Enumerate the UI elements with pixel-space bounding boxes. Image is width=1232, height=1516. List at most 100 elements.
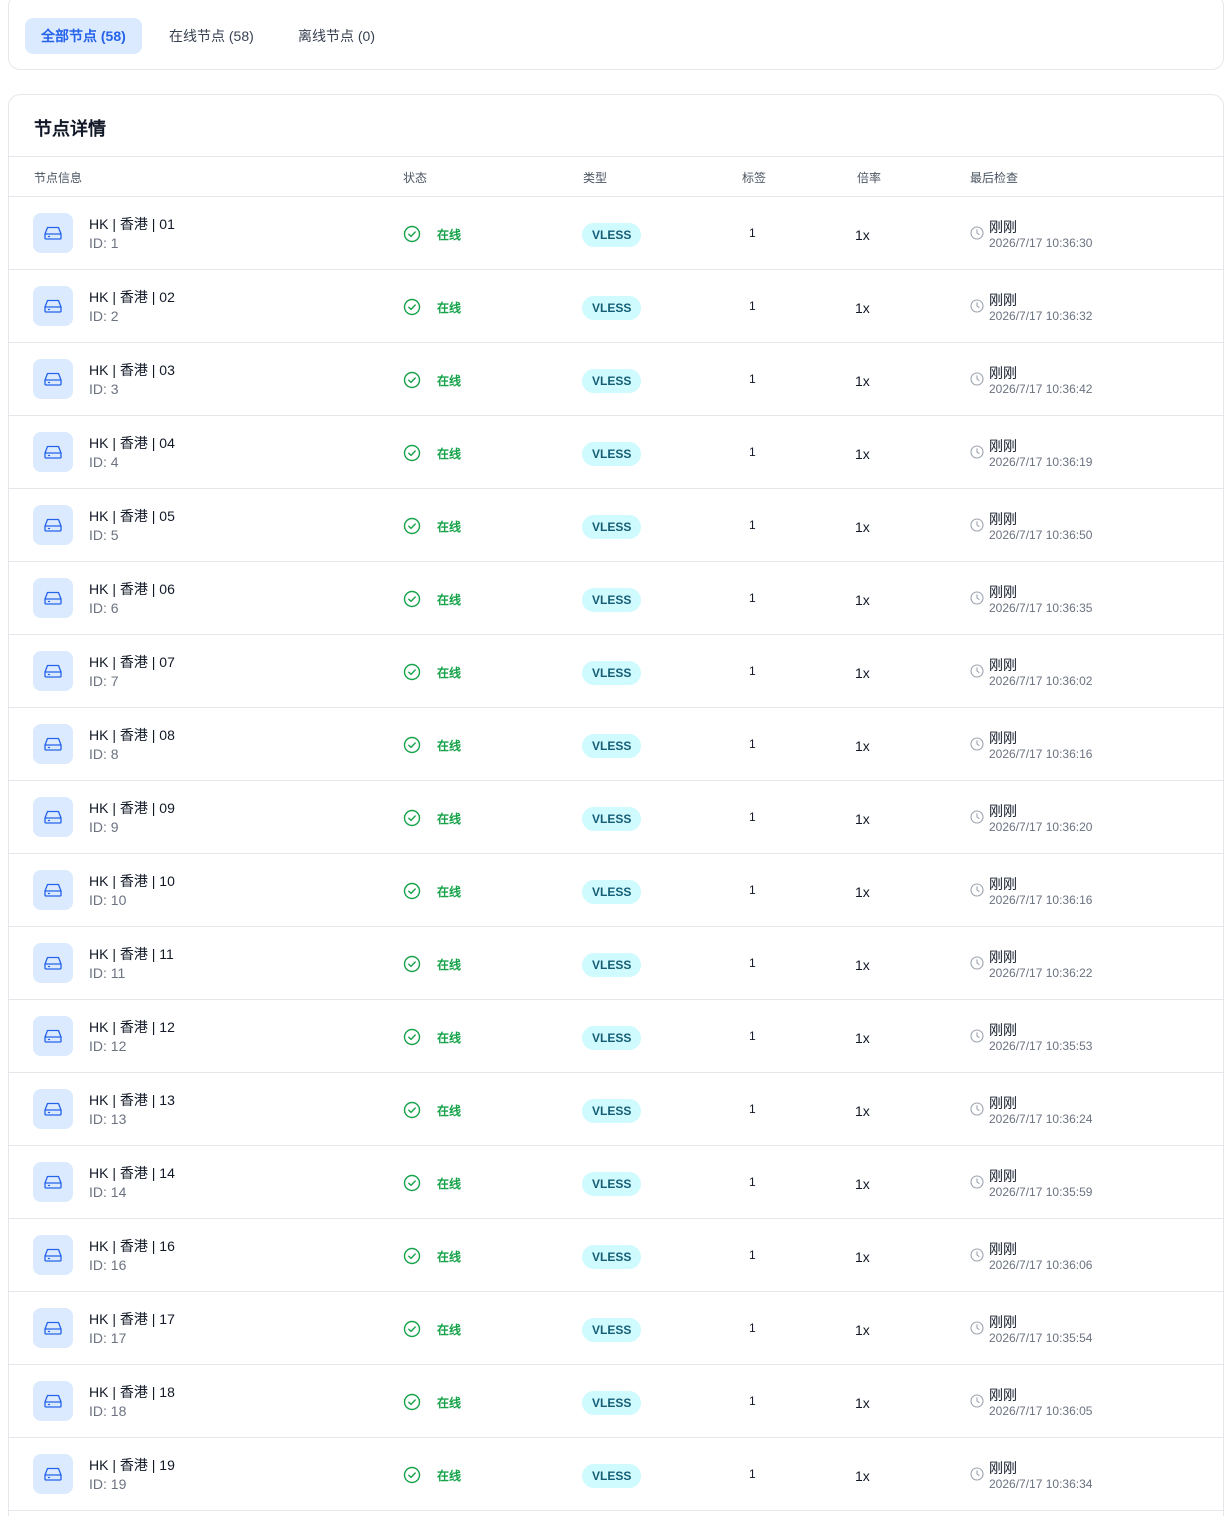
tag-count: 1 (749, 1248, 756, 1262)
last-check-time: 2026/7/17 10:36:16 (989, 893, 1093, 907)
table-row[interactable]: HK | 香港 | 18 ID: 18 在线 VLESS 1 1x 刚刚 2026/7/17 … (9, 1365, 1223, 1438)
last-check-relative: 刚刚 (989, 1241, 1017, 1257)
tag-count: 1 (749, 445, 756, 459)
node-id: ID: 5 (89, 527, 119, 543)
check-circle-icon (403, 882, 421, 900)
clock-icon (970, 591, 984, 605)
column-header-status[interactable]: 状态 (403, 169, 427, 186)
type-badge: VLESS (582, 1318, 642, 1342)
last-check-relative: 刚刚 (989, 511, 1017, 527)
tag-count: 1 (749, 737, 756, 751)
table-header: 节点信息 状态 类型 标签 倍率 最后检查 (9, 156, 1223, 197)
rate-value: 1x (855, 1395, 870, 1411)
rate-value: 1x (855, 884, 870, 900)
column-header-last-check[interactable]: 最后检查 (970, 169, 1018, 186)
server-icon (33, 1381, 73, 1421)
table-row[interactable]: HK | 香港 | 07 ID: 7 在线 VLESS 1 1x 刚刚 2026/7/17 1… (9, 635, 1223, 708)
table-row[interactable]: HK | 香港 | 02 ID: 2 在线 VLESS 1 1x 刚刚 2026/7/17 1… (9, 270, 1223, 343)
type-badge: VLESS (582, 1391, 642, 1415)
clock-icon (970, 226, 984, 240)
tag-count: 1 (749, 664, 756, 678)
last-check-relative: 刚刚 (989, 292, 1017, 308)
rate-value: 1x (855, 811, 870, 827)
table-row[interactable]: HK | 香港 | 11 ID: 11 在线 VLESS 1 1x 刚刚 2026/7/17 … (9, 927, 1223, 1000)
table-row[interactable]: HK | 香港 | 12 ID: 12 在线 VLESS 1 1x 刚刚 2026/7/17 … (9, 1000, 1223, 1073)
node-name: HK | 香港 | 08 (89, 727, 175, 743)
rate-value: 1x (855, 1322, 870, 1338)
node-name: HK | 香港 | 16 (89, 1238, 175, 1254)
node-id: ID: 18 (89, 1403, 127, 1419)
server-icon (33, 797, 73, 837)
clock-icon (970, 1394, 984, 1408)
last-check-time: 2026/7/17 10:36:32 (989, 309, 1093, 323)
server-icon (33, 1016, 73, 1056)
table-row[interactable]: HK | 香港 | 17 ID: 17 在线 VLESS 1 1x 刚刚 2026/7/17 … (9, 1292, 1223, 1365)
column-header-rate[interactable]: 倍率 (857, 169, 881, 186)
server-icon (33, 505, 73, 545)
clock-icon (970, 1029, 984, 1043)
clock-icon (970, 664, 984, 678)
type-badge: VLESS (582, 661, 642, 685)
clock-icon (970, 956, 984, 970)
rate-value: 1x (855, 1030, 870, 1046)
column-header-tags[interactable]: 标签 (742, 169, 766, 186)
last-check-time: 2026/7/17 10:36:20 (989, 820, 1093, 834)
node-name: HK | 香港 | 17 (89, 1311, 175, 1327)
table-row[interactable]: HK | 香港 | 03 ID: 3 在线 VLESS 1 1x 刚刚 2026/7/17 1… (9, 343, 1223, 416)
last-check-relative: 刚刚 (989, 438, 1017, 454)
status-label: 在线 (437, 958, 462, 972)
node-id: ID: 13 (89, 1111, 127, 1127)
table-row[interactable]: HK | 香港 | 10 ID: 10 在线 VLESS 1 1x 刚刚 2026/7/17 … (9, 854, 1223, 927)
server-icon (33, 870, 73, 910)
table-row[interactable]: HK | 香港 | 16 ID: 16 在线 VLESS 1 1x 刚刚 2026/7/17 … (9, 1219, 1223, 1292)
clock-icon (970, 883, 984, 897)
check-circle-icon (403, 225, 421, 243)
node-id: ID: 9 (89, 819, 119, 835)
status-label: 在线 (437, 374, 462, 388)
type-badge: VLESS (582, 223, 642, 247)
status-label: 在线 (437, 301, 462, 315)
last-check-time: 2026/7/17 10:36:50 (989, 528, 1093, 542)
table-row[interactable]: HK | 香港 | 04 ID: 4 在线 VLESS 1 1x 刚刚 2026/7/17 1… (9, 416, 1223, 489)
table-row[interactable]: HK | 香港 | 14 ID: 14 在线 VLESS 1 1x 刚刚 2026/7/17 … (9, 1146, 1223, 1219)
table-row[interactable]: HK | 香港 | 06 ID: 6 在线 VLESS 1 1x 刚刚 2026/7/17 1… (9, 562, 1223, 635)
rate-value: 1x (855, 738, 870, 754)
filter-tab-all[interactable]: 全部节点 (58) (25, 18, 142, 54)
type-badge: VLESS (582, 1464, 642, 1488)
rate-value: 1x (855, 957, 870, 973)
clock-icon (970, 737, 984, 751)
rate-value: 1x (855, 519, 870, 535)
table-row[interactable]: HK | 香港 | 09 ID: 9 在线 VLESS 1 1x 刚刚 2026/7/17 1… (9, 781, 1223, 854)
node-name: HK | 香港 | 06 (89, 581, 175, 597)
filter-tab-online[interactable]: 在线节点 (58) (153, 18, 270, 54)
node-name: HK | 香港 | 13 (89, 1092, 175, 1108)
status-label: 在线 (437, 1250, 462, 1264)
status-label: 在线 (437, 739, 462, 753)
status-label: 在线 (437, 1396, 462, 1410)
server-icon (33, 359, 73, 399)
server-icon (33, 432, 73, 472)
column-header-type[interactable]: 类型 (583, 169, 607, 186)
table-row[interactable]: HK | 香港 | 05 ID: 5 在线 VLESS 1 1x 刚刚 2026/7/17 1… (9, 489, 1223, 562)
tag-count: 1 (749, 1029, 756, 1043)
check-circle-icon (403, 809, 421, 827)
table-row[interactable]: HK | 香港 | 01 ID: 1 在线 VLESS 1 1x 刚刚 2026/7/17 1… (9, 197, 1223, 270)
last-check-time: 2026/7/17 10:36:19 (989, 455, 1093, 469)
table-row[interactable]: HK | 香港 | 19 ID: 19 在线 VLESS 1 1x 刚刚 2026/7/17 … (9, 1438, 1223, 1511)
rate-value: 1x (855, 446, 870, 462)
filter-tab-offline[interactable]: 离线节点 (0) (282, 18, 391, 54)
tag-count: 1 (749, 1467, 756, 1481)
tag-count: 1 (749, 591, 756, 605)
type-badge: VLESS (582, 1026, 642, 1050)
node-id: ID: 19 (89, 1476, 127, 1492)
table-row[interactable]: HK | 香港 | 13 ID: 13 在线 VLESS 1 1x 刚刚 2026/7/17 … (9, 1073, 1223, 1146)
clock-icon (970, 810, 984, 824)
last-check-time: 2026/7/17 10:36:22 (989, 966, 1093, 980)
type-badge: VLESS (582, 880, 642, 904)
rate-value: 1x (855, 1176, 870, 1192)
column-header-node-info[interactable]: 节点信息 (34, 169, 82, 186)
node-id: ID: 10 (89, 892, 127, 908)
table-row[interactable]: HK | 香港 | 08 ID: 8 在线 VLESS 1 1x 刚刚 2026/7/17 1… (9, 708, 1223, 781)
rate-value: 1x (855, 592, 870, 608)
check-circle-icon (403, 1101, 421, 1119)
